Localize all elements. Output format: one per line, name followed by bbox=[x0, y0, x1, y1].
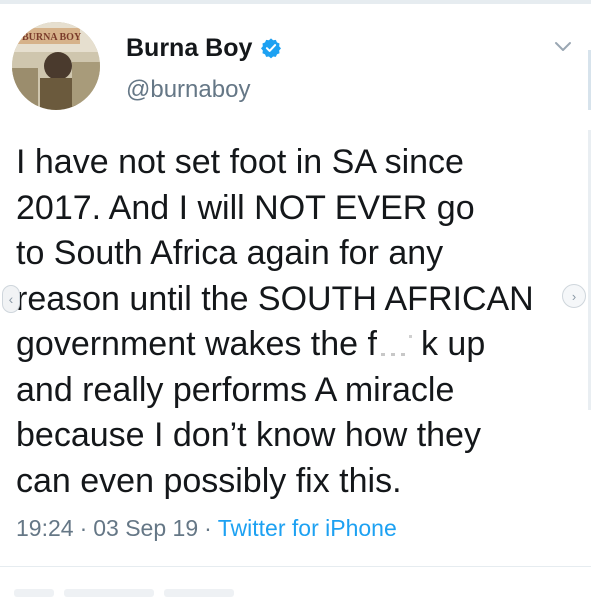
tweet-line: to South Africa again for any bbox=[16, 234, 444, 272]
top-border bbox=[0, 0, 591, 4]
tweet-line: I have not set foot in SA since bbox=[16, 143, 464, 181]
chevron-right-icon: › bbox=[571, 288, 577, 304]
tweet-line-end: k up bbox=[420, 325, 486, 363]
avatar-banner-text: BURNA BOY bbox=[22, 32, 82, 43]
author-block: Burna Boy bbox=[126, 34, 282, 62]
tweet-line-redacted: government wakes the f k up bbox=[16, 322, 576, 368]
carousel-prev-button[interactable]: ‹ bbox=[2, 285, 20, 313]
tweet-meta: 19:24 · 03 Sep 19 · Twitter for iPhone bbox=[16, 515, 397, 542]
author-display-name[interactable]: Burna Boy bbox=[126, 34, 252, 62]
author-handle[interactable]: @burnaboy bbox=[126, 76, 250, 104]
chevron-down-icon[interactable] bbox=[553, 36, 573, 56]
tweet-date[interactable]: 03 Sep 19 bbox=[93, 515, 198, 541]
chevron-left-icon: ‹ bbox=[8, 291, 14, 307]
meta-separator: · bbox=[79, 515, 88, 541]
tweet-line: because I don’t know how they bbox=[16, 416, 481, 454]
carousel-next-button[interactable]: › bbox=[562, 284, 586, 308]
divider bbox=[0, 566, 591, 567]
tweet-line: 2017. And I will NOT EVER go bbox=[16, 188, 475, 227]
tweet-source-link[interactable]: Twitter for iPhone bbox=[218, 515, 397, 541]
meta-separator: · bbox=[204, 515, 212, 541]
tweet-line: and really performs A miracle bbox=[16, 370, 455, 409]
avatar[interactable]: BURNA BOY bbox=[12, 22, 100, 110]
tweet-line: reason until the SOUTH AFRICAN bbox=[16, 279, 534, 318]
tweet-line: can even possibly fix this. bbox=[16, 461, 402, 500]
tweet-text: I have not set foot in SA since 2017. An… bbox=[16, 140, 576, 504]
avatar-image: BURNA BOY bbox=[12, 22, 100, 110]
truncated-row bbox=[14, 584, 314, 597]
tweet-time[interactable]: 19:24 bbox=[16, 515, 74, 541]
redaction-mark bbox=[377, 331, 421, 359]
tweet-line-start: government wakes the f bbox=[16, 325, 377, 363]
verified-badge-icon bbox=[260, 37, 282, 59]
